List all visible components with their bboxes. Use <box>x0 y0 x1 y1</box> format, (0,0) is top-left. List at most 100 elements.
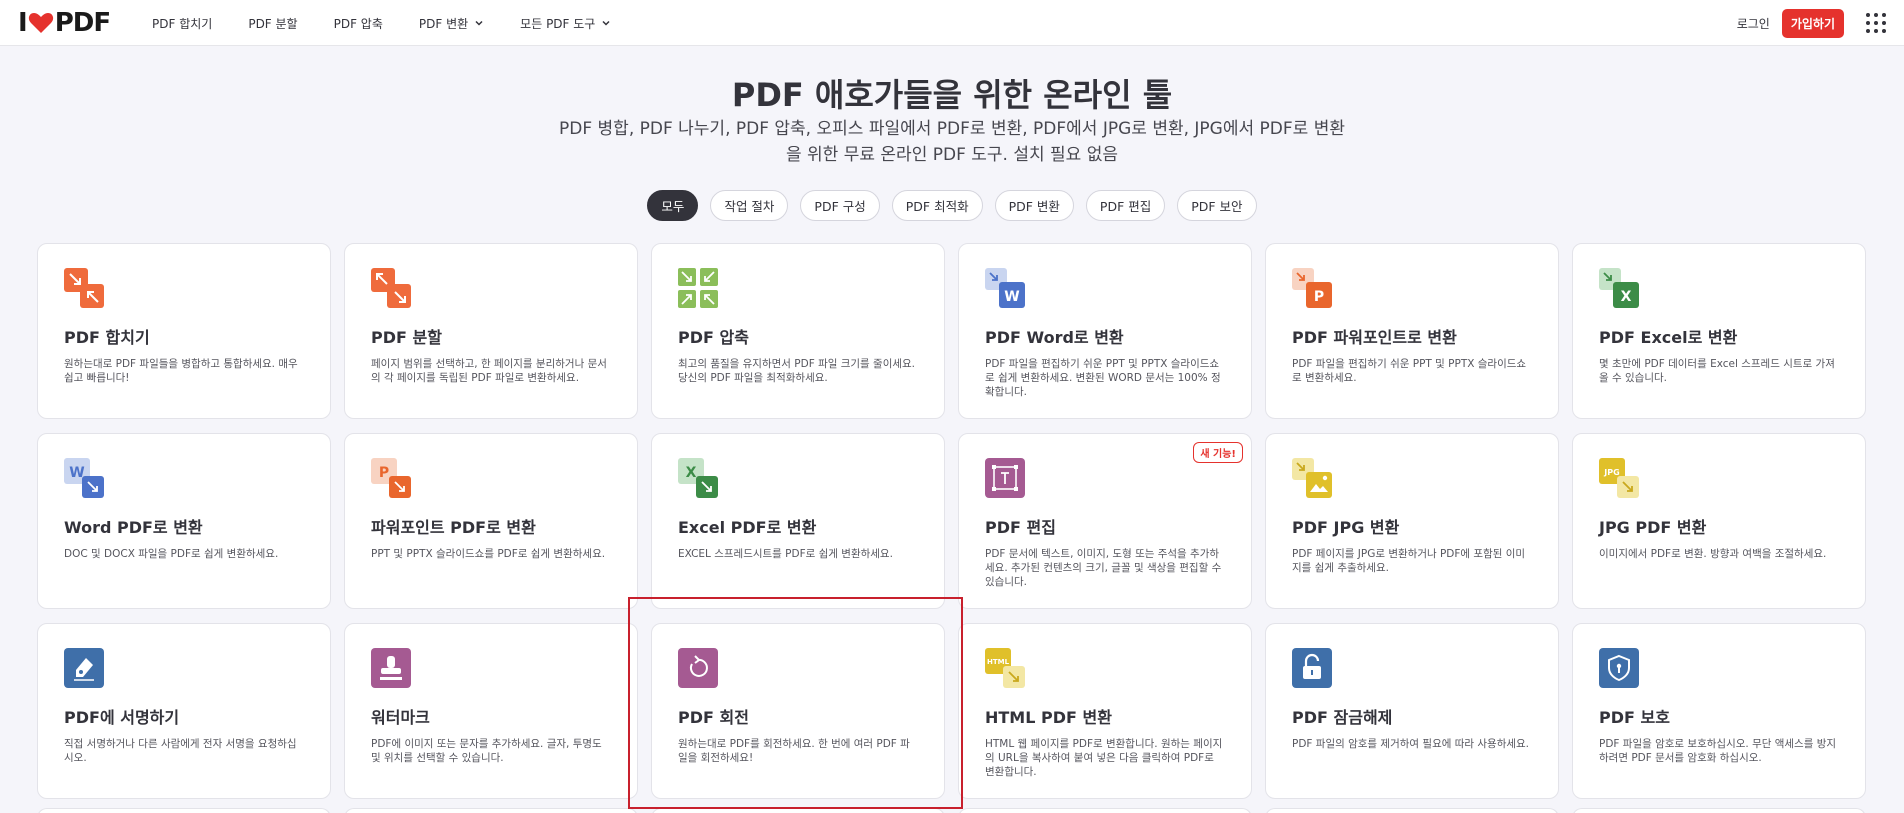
tool-description: 원하는대로 PDF를 회전하세요. 한 번에 여러 PDF 파일을 회전하세요! <box>678 738 910 764</box>
tool-title: 워터마크 <box>371 708 430 727</box>
word-to-pdf-icon: W <box>64 458 104 498</box>
tool-title: 파워포인트 PDF로 변환 <box>371 518 536 537</box>
page-title: PDF 애호가들을 위한 온라인 툴 <box>731 76 1173 114</box>
category-filters: 모두 작업 절차 PDF 구성 PDF 최적화 PDF 변환 PDF 편집 PD… <box>0 190 1904 221</box>
filter-security[interactable]: PDF 보안 <box>1177 190 1257 221</box>
svg-text:X: X <box>1621 289 1632 305</box>
nav-label: PDF 압축 <box>333 16 383 31</box>
tool-title: PDF 합치기 <box>64 328 150 347</box>
protect-icon <box>1599 648 1639 688</box>
tool-card-unlock[interactable]: PDF 잠금해제 PDF 파일의 암호를 제거하여 필요에 따라 사용하세요. <box>1265 623 1559 799</box>
signup-button[interactable]: 가입하기 <box>1781 8 1844 38</box>
pdf-to-powerpoint-icon: P <box>1292 268 1332 308</box>
tool-card-sign[interactable]: PDF에 서명하기 직접 서명하거나 다른 사람에게 전자 서명을 요청하십시오… <box>37 623 331 799</box>
tool-card-split[interactable]: PDF 분할 페이지 범위를 선택하고, 한 페이지를 분리하거나 문서의 각 … <box>344 243 638 419</box>
tool-description: PDF 페이지를 JPG로 변환하거나 PDF에 포함된 이미지를 쉽게 추출하… <box>1292 548 1526 574</box>
nav-merge[interactable]: PDF 합치기 <box>152 15 212 32</box>
tool-description: 페이지 범위를 선택하고, 한 페이지를 분리하거나 문서의 각 페이지를 독립… <box>371 358 607 384</box>
tool-card-powerpoint-to-pdf[interactable]: P 파워포인트 PDF로 변환 PPT 및 PPTX 슬라이드쇼를 PDF로 쉽… <box>344 433 638 609</box>
jpg-to-pdf-icon: JPG <box>1599 458 1639 498</box>
filter-edit[interactable]: PDF 편집 <box>1085 190 1166 221</box>
unlock-icon <box>1292 648 1332 688</box>
tool-description: EXCEL 스프레드시트를 PDF로 쉽게 변환하세요. <box>678 548 893 560</box>
pdf-to-word-icon: W <box>985 268 1025 308</box>
card-peek <box>958 808 1252 813</box>
tool-card-compress[interactable]: PDF 압축 최고의 품질을 유지하면서 PDF 파일 크기를 줄이세요. 당신… <box>651 243 945 419</box>
tool-description: PDF에 이미지 또는 문자를 추가하세요. 글자, 투명도 및 위치를 선택할… <box>371 738 602 764</box>
tool-title: Word PDF로 변환 <box>64 518 203 537</box>
tool-title: PDF JPG 변환 <box>1292 518 1400 537</box>
compress-icon <box>678 268 718 308</box>
login-link[interactable]: 로그인 <box>1737 15 1770 32</box>
tool-title: PDF Word로 변환 <box>985 328 1124 347</box>
card-peek <box>344 808 638 813</box>
tool-description: 몇 초만에 PDF 데이터를 Excel 스프레드 시트로 가져올 수 있습니다… <box>1599 358 1835 384</box>
tool-card-html-to-pdf[interactable]: HTML HTML PDF 변환 HTML 웹 페이지를 PDF로 변환합니다.… <box>958 623 1252 799</box>
nav-label: PDF 합치기 <box>152 16 213 31</box>
tool-description: 최고의 품질을 유지하면서 PDF 파일 크기를 줄이세요. 당신의 PDF 파… <box>678 358 916 384</box>
tool-description: PDF 파일을 편집하기 쉬운 PPT 및 PPTX 슬라이드쇼로 변환하세요. <box>1292 358 1527 384</box>
tool-title: HTML PDF 변환 <box>985 708 1112 727</box>
chevron-down-icon <box>602 20 610 26</box>
logo-text-left: I <box>18 8 28 38</box>
pdf-to-jpg-icon <box>1292 458 1332 498</box>
svg-text:P: P <box>1314 289 1324 305</box>
nav-label: PDF 변환 <box>418 16 469 31</box>
grid-menu-icon[interactable] <box>1866 13 1886 33</box>
nav-split[interactable]: PDF 분할 <box>248 15 297 32</box>
html-to-pdf-icon: HTML <box>985 648 1025 688</box>
tool-title: PDF Excel로 변환 <box>1599 328 1738 347</box>
tool-card-protect[interactable]: PDF 보호 PDF 파일을 암호로 보호하십시오. 무단 액세스를 방지하려면… <box>1572 623 1866 799</box>
nav-label: PDF 분할 <box>248 16 298 31</box>
logo-text-right: PDF <box>54 8 111 38</box>
tool-title: PDF에 서명하기 <box>64 708 180 727</box>
tool-card-pdf-to-jpg[interactable]: PDF JPG 변환 PDF 페이지를 JPG로 변환하거나 PDF에 포함된 … <box>1265 433 1559 609</box>
tool-card-merge[interactable]: PDF 합치기 원하는대로 PDF 파일들을 병합하고 통합하세요. 매우 쉽고… <box>37 243 331 419</box>
filter-workflow[interactable]: 작업 절차 <box>710 190 789 221</box>
new-feature-badge: 새 기능! <box>1193 442 1243 463</box>
tool-card-edit-pdf[interactable]: 새 기능! PDF 편집 PDF 문서에 텍스트, 이미지, 도형 또는 주석을… <box>958 433 1252 609</box>
tool-card-watermark[interactable]: 워터마크 PDF에 이미지 또는 문자를 추가하세요. 글자, 투명도 및 위치… <box>344 623 638 799</box>
sign-icon <box>64 648 104 688</box>
svg-text:P: P <box>379 465 389 481</box>
tool-description: PDF 파일을 암호로 보호하십시오. 무단 액세스를 방지하려면 PDF 문서… <box>1599 738 1837 764</box>
ilovepdf-logo[interactable]: I PDF <box>18 8 111 38</box>
tool-description: PPT 및 PPTX 슬라이드쇼를 PDF로 쉽게 변환하세요. <box>371 548 606 560</box>
tool-description: 이미지에서 PDF로 변환. 방향과 여백을 조절하세요. <box>1599 548 1827 560</box>
tool-card-jpg-to-pdf[interactable]: JPG JPG PDF 변환 이미지에서 PDF로 변환. 방향과 여백을 조절… <box>1572 433 1866 609</box>
split-icon <box>371 268 411 308</box>
tool-description: 원하는대로 PDF 파일들을 병합하고 통합하세요. 매우 쉽고 빠릅니다! <box>64 358 298 384</box>
tool-title: PDF 보호 <box>1599 708 1670 727</box>
tool-card-excel-to-pdf[interactable]: X Excel PDF로 변환 EXCEL 스프레드시트를 PDF로 쉽게 변환… <box>651 433 945 609</box>
filter-organize[interactable]: PDF 구성 <box>800 190 880 221</box>
card-peek <box>651 808 945 813</box>
tool-card-pdf-to-excel[interactable]: X PDF Excel로 변환 몇 초만에 PDF 데이터를 Excel 스프레… <box>1572 243 1866 419</box>
card-peek <box>1265 808 1559 813</box>
nav-label: 모든 PDF 도구 <box>520 16 596 31</box>
tool-card-pdf-to-word[interactable]: W PDF Word로 변환 PDF 파일을 편집하기 쉬운 PPT 및 PPT… <box>958 243 1252 419</box>
svg-text:W: W <box>1004 289 1019 305</box>
tool-title: PDF 회전 <box>678 708 749 727</box>
nav-convert[interactable]: PDF 변환 <box>419 15 484 32</box>
svg-text:JPG: JPG <box>1603 468 1619 477</box>
tool-card-word-to-pdf[interactable]: W Word PDF로 변환 DOC 및 DOCX 파일을 PDF로 쉽게 변환… <box>37 433 331 609</box>
filter-convert[interactable]: PDF 변환 <box>994 190 1074 221</box>
powerpoint-to-pdf-icon: P <box>371 458 411 498</box>
tool-title: Excel PDF로 변환 <box>678 518 817 537</box>
tool-title: PDF 압축 <box>678 328 749 347</box>
merge-icon <box>64 268 104 308</box>
tool-card-pdf-to-powerpoint[interactable]: P PDF 파워포인트로 변환 PDF 파일을 편집하기 쉬운 PPT 및 PP… <box>1265 243 1559 419</box>
svg-text:X: X <box>686 465 697 481</box>
tool-description: PDF 문서에 텍스트, 이미지, 도형 또는 주석을 추가하세요. 추가된 컨… <box>985 548 1222 588</box>
tool-title: JPG PDF 변환 <box>1599 518 1707 537</box>
tool-description: DOC 및 DOCX 파일을 PDF로 쉽게 변환하세요. <box>64 548 279 560</box>
tool-card-rotate[interactable]: PDF 회전 원하는대로 PDF를 회전하세요. 한 번에 여러 PDF 파일을… <box>651 623 945 799</box>
watermark-icon <box>371 648 411 688</box>
nav-all-tools[interactable]: 모든 PDF 도구 <box>520 15 611 32</box>
filter-optimize[interactable]: PDF 최적화 <box>891 190 983 221</box>
top-header: I PDF PDF 합치기 PDF 분할 PDF 압축 PDF 변환 모든 PD… <box>0 0 1904 46</box>
nav-compress[interactable]: PDF 압축 <box>334 15 383 32</box>
svg-text:HTML: HTML <box>987 658 1010 666</box>
filter-all[interactable]: 모두 <box>647 190 699 221</box>
header-actions: 로그인 가입하기 <box>1737 0 1886 46</box>
